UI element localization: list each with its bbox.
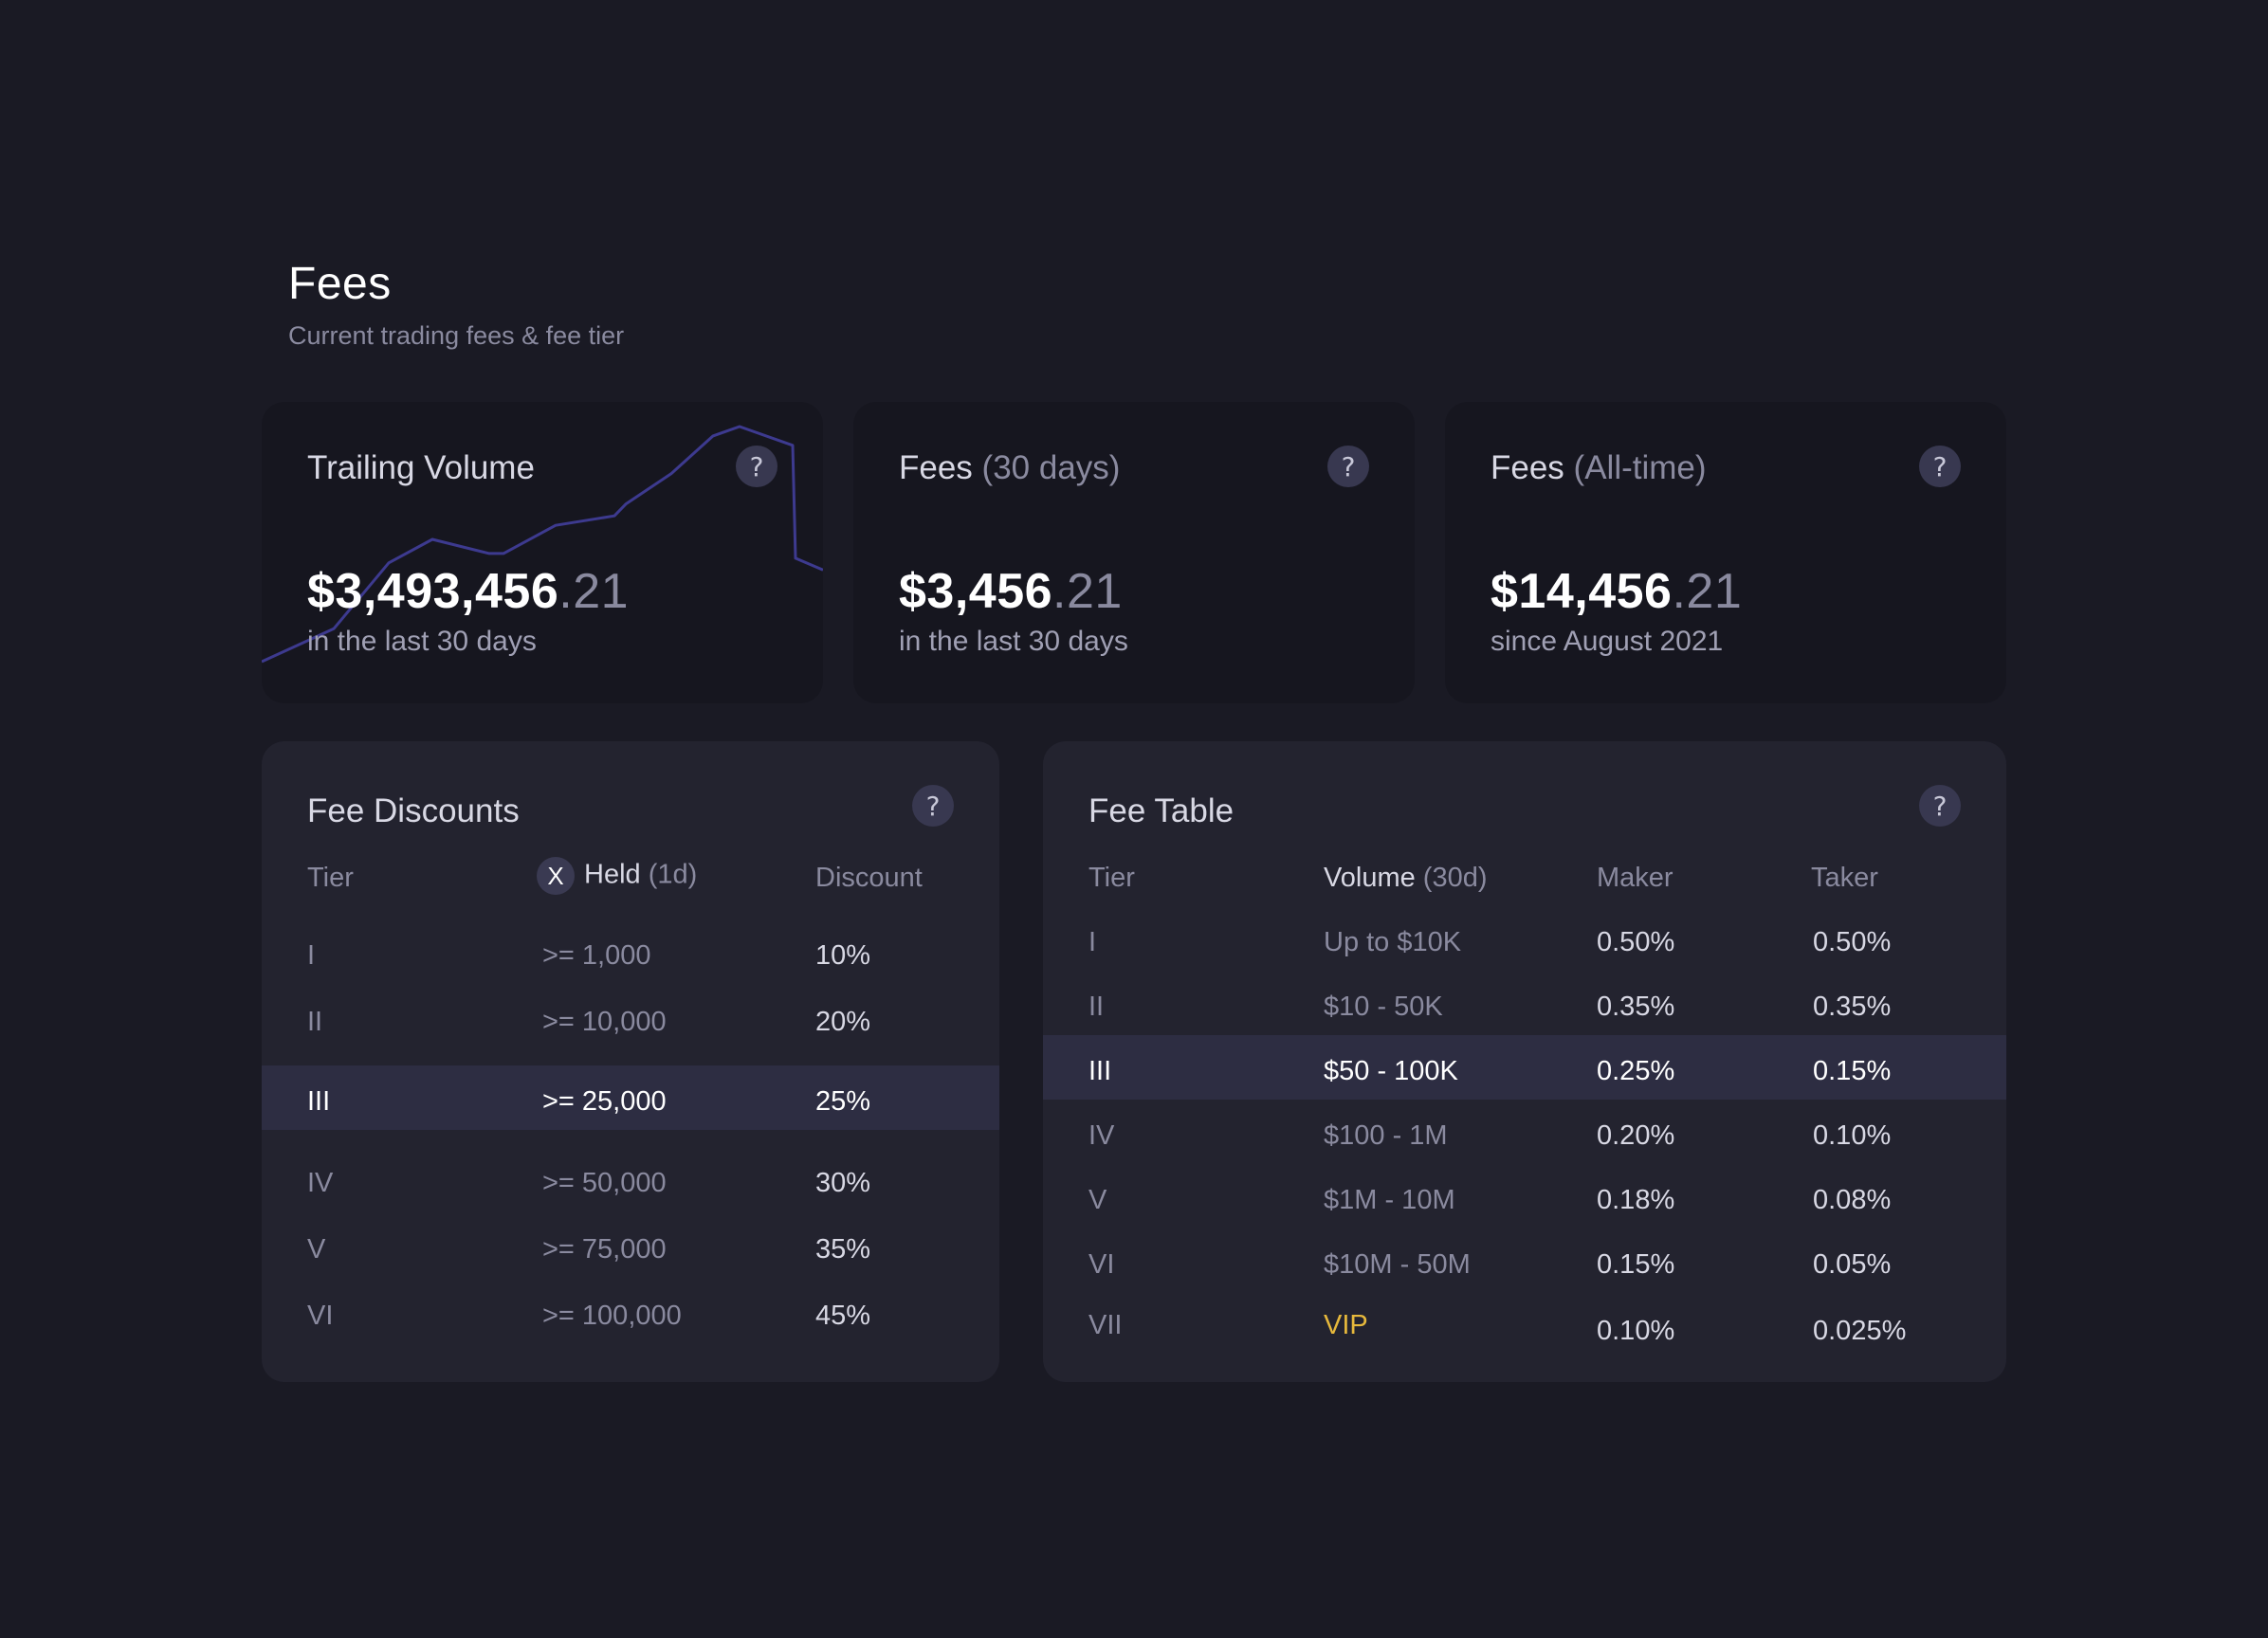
value-main: $3,456 (899, 564, 1053, 619)
tier-cell: II (307, 1007, 323, 1037)
card-title-muted: (30 days) (981, 449, 1121, 486)
value-decimals: .21 (1672, 564, 1743, 619)
volume-cell: $1M - 10M (1324, 1185, 1455, 1215)
token-x-icon: X (537, 857, 575, 895)
taker-fee-cell: 0.08% (1813, 1185, 1892, 1215)
discount-cell: 10% (815, 940, 871, 971)
volume-cell: Up to $10K (1324, 927, 1462, 957)
maker-fee-cell: 0.35% (1597, 992, 1675, 1022)
fee-discounts-title: Fee Discounts (307, 792, 520, 829)
volume-cell: $10M - 50M (1324, 1249, 1471, 1280)
help-icon[interactable]: ? (1919, 446, 1961, 487)
value-decimals: .21 (558, 564, 630, 619)
tier-cell: IV (1088, 1120, 1115, 1151)
volume-label: Volume (1324, 863, 1416, 893)
volume-period: (30d) (1415, 863, 1488, 893)
discount-cell: 25% (815, 1086, 871, 1117)
help-icon[interactable]: ? (1327, 446, 1369, 487)
tier-cell: III (1088, 1056, 1112, 1086)
column-header-maker: Maker (1597, 863, 1674, 893)
column-header-discount: Discount (815, 863, 923, 893)
taker-fee-cell: 0.35% (1813, 992, 1892, 1022)
fees-30d-card: Fees (30 days) ? $3,456.21 in the last 3… (853, 402, 1415, 703)
help-icon[interactable]: ? (912, 785, 954, 827)
taker-fee-cell: 0.025% (1813, 1316, 1907, 1346)
maker-fee-cell: 0.10% (1597, 1316, 1675, 1346)
value-decimals: .21 (1052, 564, 1123, 619)
trailing-volume-caption: in the last 30 days (307, 626, 537, 657)
held-cell: >= 10,000 (542, 1007, 667, 1037)
discount-cell: 35% (815, 1234, 871, 1265)
tier-cell: I (307, 940, 316, 971)
taker-fee-cell: 0.50% (1813, 927, 1892, 957)
value-main: $14,456 (1491, 564, 1673, 619)
tier-cell: VI (1088, 1249, 1115, 1280)
discount-cell: 30% (815, 1168, 871, 1198)
tier-cell: V (1088, 1185, 1107, 1215)
page-title: Fees (288, 259, 392, 309)
page-subtitle: Current trading fees & fee tier (288, 321, 625, 350)
discount-cell: 20% (815, 1007, 871, 1037)
held-cell: >= 25,000 (542, 1086, 667, 1117)
volume-cell: $50 - 100K (1324, 1056, 1458, 1086)
discount-cell: 45% (815, 1301, 871, 1331)
maker-fee-cell: 0.20% (1597, 1120, 1675, 1151)
taker-fee-cell: 0.05% (1813, 1249, 1892, 1280)
maker-fee-cell: 0.50% (1597, 927, 1675, 957)
tier-cell: I (1088, 927, 1097, 957)
held-cell: >= 1,000 (542, 940, 651, 971)
card-title-text: Fees (1491, 449, 1574, 486)
page-header: Fees Current trading fees & fee tier (288, 258, 624, 351)
tier-cell: III (307, 1086, 331, 1117)
maker-fee-cell: 0.15% (1597, 1249, 1675, 1280)
help-icon[interactable]: ? (1919, 785, 1961, 827)
trailing-volume-card: Trailing Volume ? $3,493,456.21 in the l… (262, 402, 823, 703)
maker-fee-cell: 0.25% (1597, 1056, 1675, 1086)
card-title-text: Trailing Volume (307, 449, 535, 486)
fee-table-card: Fee Table ? Tier Volume (30d) Maker Take… (1043, 741, 2006, 1382)
volume-cell: $100 - 1M (1324, 1120, 1448, 1151)
help-icon[interactable]: ? (736, 446, 777, 487)
value-main: $3,493,456 (307, 564, 559, 619)
fees-alltime-caption: since August 2021 (1491, 626, 1724, 657)
fees-30d-title: Fees (30 days) (899, 449, 1120, 487)
taker-fee-cell: 0.10% (1813, 1120, 1892, 1151)
fees-page: Fees Current trading fees & fee tier Tra… (0, 0, 2268, 1638)
trailing-volume-sparkline (262, 425, 823, 664)
held-label: Held (584, 859, 641, 890)
fees-alltime-title: Fees (All-time) (1491, 449, 1707, 487)
tier-cell: IV (307, 1168, 334, 1198)
maker-fee-cell: 0.18% (1597, 1185, 1675, 1215)
held-cell: >= 100,000 (542, 1301, 682, 1331)
column-header-tier: Tier (1088, 863, 1135, 893)
held-cell: >= 50,000 (542, 1168, 667, 1198)
fees-30d-value: $3,456.21 (899, 563, 1123, 620)
column-header-taker: Taker (1811, 863, 1878, 893)
column-header-volume: Volume (30d) (1324, 863, 1488, 894)
tier-cell: V (307, 1234, 326, 1265)
taker-fee-cell: 0.15% (1813, 1056, 1892, 1086)
column-header-held: X Held (1d) (537, 857, 697, 895)
tier-cell: VI (307, 1301, 334, 1331)
trailing-volume-title: Trailing Volume (307, 449, 535, 487)
fees-30d-caption: in the last 30 days (899, 626, 1128, 657)
held-cell: >= 75,000 (542, 1234, 667, 1265)
tier-cell: VII (1088, 1310, 1123, 1340)
column-header-tier: Tier (307, 863, 354, 893)
card-title-muted: (All-time) (1573, 449, 1707, 486)
fee-discounts-card: Fee Discounts ? Tier X Held (1d) Discount… (262, 741, 999, 1382)
fees-alltime-value: $14,456.21 (1491, 563, 1742, 620)
trailing-volume-value: $3,493,456.21 (307, 563, 629, 620)
volume-cell: VIP (1324, 1310, 1368, 1340)
volume-cell: $10 - 50K (1324, 992, 1443, 1022)
fees-alltime-card: Fees (All-time) ? $14,456.21 since Augus… (1445, 402, 2006, 703)
tier-cell: II (1088, 992, 1105, 1022)
fee-table-title: Fee Table (1088, 792, 1235, 829)
held-period: (1d) (640, 859, 698, 890)
card-title-text: Fees (899, 449, 982, 486)
